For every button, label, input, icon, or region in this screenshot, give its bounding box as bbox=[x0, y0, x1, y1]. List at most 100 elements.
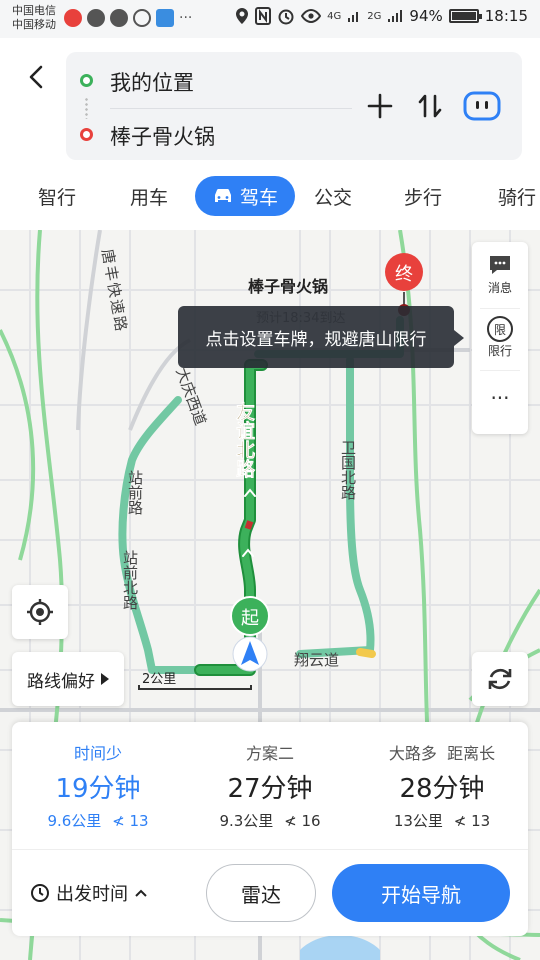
restriction-button[interactable]: 限 限行 bbox=[472, 316, 528, 359]
traffic-light-icon: ≮ bbox=[112, 812, 125, 830]
signal-2-icon bbox=[388, 10, 403, 22]
route-preference-button[interactable]: 路线偏好 bbox=[12, 652, 124, 706]
end-marker-label: 终 bbox=[395, 264, 413, 285]
destination-dot-icon bbox=[80, 128, 93, 141]
tab-drive-label: 驾车 bbox=[239, 186, 278, 209]
crosshair-icon bbox=[27, 599, 53, 625]
messages-label: 消息 bbox=[487, 281, 512, 295]
plan-duration: 19分钟 bbox=[55, 774, 141, 804]
plus-icon bbox=[367, 93, 393, 119]
assistant-icon bbox=[463, 91, 501, 121]
restriction-icon-glyph: 限 bbox=[493, 322, 506, 337]
radar-button[interactable]: 雷达 bbox=[206, 864, 316, 922]
notification-icons: ··· bbox=[64, 9, 192, 27]
map-tools-panel: 消息 限 限行 ··· bbox=[472, 242, 528, 434]
refresh-button[interactable] bbox=[472, 652, 528, 706]
tab-transit[interactable]: 公交 bbox=[302, 176, 364, 216]
quanmin-app-icon bbox=[156, 9, 174, 27]
road-label-youyi: 友谊北路 bbox=[233, 401, 255, 479]
road-label-xiangyun: 翔云道 bbox=[294, 651, 339, 669]
chevron-left-icon bbox=[29, 65, 43, 89]
route-divider bbox=[110, 108, 352, 109]
plan-distance: 9.6公里 bbox=[47, 812, 102, 830]
alarm-icon bbox=[278, 9, 294, 25]
add-waypoint-button[interactable] bbox=[362, 88, 398, 124]
battery-fill bbox=[451, 12, 477, 20]
route-preference-label: 路线偏好 bbox=[27, 671, 95, 692]
plan-lights: 13 bbox=[129, 812, 149, 830]
triangle-right-icon bbox=[101, 673, 109, 685]
plan-meta: 13公里 ≮ 13 bbox=[356, 810, 528, 831]
battery-icon bbox=[448, 9, 482, 23]
swap-icon bbox=[418, 94, 442, 118]
tab-cycle[interactable]: 骑行 bbox=[486, 176, 540, 216]
plan-option-3[interactable]: 大路多 距离长 28分钟 13公里 ≮ 13 bbox=[356, 722, 528, 848]
back-button[interactable] bbox=[22, 62, 52, 92]
route-connector bbox=[85, 97, 88, 119]
battery-percent: 94% bbox=[409, 7, 443, 25]
plan-meta: 9.6公里 ≮ 13 bbox=[12, 810, 184, 831]
locate-button[interactable] bbox=[12, 585, 68, 639]
route-input-box: 我的位置 棒子骨火锅 bbox=[66, 52, 522, 160]
tab-drive[interactable]: 驾车 bbox=[195, 176, 295, 216]
plan-option-1[interactable]: 时间少 19分钟 9.6公里 ≮ 13 bbox=[12, 722, 184, 848]
route-plans-card: 时间少 19分钟 9.6公里 ≮ 13 方案二 27分钟 9.3公里 ≮ 16 … bbox=[12, 722, 528, 936]
signal-1-icon bbox=[348, 12, 359, 22]
plan-tag: 大路多 距离长 bbox=[388, 744, 496, 763]
plan-meta: 9.3公里 ≮ 16 bbox=[184, 810, 356, 831]
panel-divider-2 bbox=[480, 370, 520, 371]
destination-field[interactable]: 棒子骨火锅 bbox=[110, 121, 215, 151]
plan-tag: 方案二 bbox=[245, 744, 294, 763]
microphone-app-icon bbox=[64, 9, 82, 27]
panel-divider-1 bbox=[480, 308, 520, 309]
carrier-info: 中国电信 中国移动 bbox=[12, 4, 56, 32]
road-label-zhanqianbei: 站前北路 bbox=[121, 550, 139, 610]
network-2g-label: 2G bbox=[367, 10, 382, 22]
status-bar: 中国电信 中国移动 ··· 4G 2G 94% 18:15 bbox=[0, 0, 540, 38]
messages-button[interactable]: 消息 bbox=[472, 254, 528, 296]
status-right: 4G 2G 94% 18:15 bbox=[235, 7, 528, 25]
plan-duration: 27分钟 bbox=[227, 774, 313, 804]
plan-lights: 13 bbox=[471, 812, 491, 830]
origin-dot-icon bbox=[80, 74, 93, 87]
traffic-light-icon: ≮ bbox=[284, 812, 297, 830]
restriction-icon: 限 bbox=[487, 316, 513, 342]
more-button[interactable]: ··· bbox=[472, 388, 528, 408]
map-scale: 2公里 bbox=[138, 668, 252, 690]
card-divider bbox=[12, 849, 528, 850]
destination-map-label: 棒子骨火锅 bbox=[248, 277, 328, 296]
tab-car-hailing[interactable]: 用车 bbox=[118, 176, 180, 216]
road-label-weiguo: 卫国北路 bbox=[339, 440, 357, 500]
clock: 18:15 bbox=[484, 7, 528, 25]
refresh-icon bbox=[488, 668, 512, 690]
travel-mode-tabs: 智行 用车 驾车 公交 步行 骑行 bbox=[0, 176, 540, 220]
carrier-1: 中国电信 bbox=[12, 4, 56, 17]
slow-traffic-segment bbox=[356, 648, 376, 658]
plate-restriction-tooltip[interactable]: 点击设置车牌，规避唐山限行 bbox=[178, 306, 464, 368]
traffic-light-icon: ≮ bbox=[453, 812, 467, 830]
gps-icon bbox=[236, 8, 249, 24]
tab-smart[interactable]: 智行 bbox=[26, 176, 88, 216]
plan-duration: 28分钟 bbox=[399, 774, 485, 804]
more-notifications-icon: ··· bbox=[179, 10, 193, 26]
voice-assistant-button[interactable] bbox=[462, 88, 502, 124]
plan-option-2[interactable]: 方案二 27分钟 9.3公里 ≮ 16 bbox=[184, 722, 356, 848]
depart-time-button[interactable]: 出发时间 bbox=[30, 880, 148, 906]
swap-route-button[interactable] bbox=[412, 88, 448, 124]
restriction-label: 限行 bbox=[487, 344, 512, 358]
location-app-icon bbox=[87, 9, 105, 27]
depart-time-label: 出发时间 bbox=[56, 884, 128, 905]
plan-lights: 16 bbox=[301, 812, 321, 830]
circle-icon bbox=[133, 9, 151, 27]
tab-walk[interactable]: 步行 bbox=[392, 176, 454, 216]
chevron-up-icon bbox=[135, 889, 147, 897]
car-icon bbox=[214, 189, 231, 202]
plan-tag: 时间少 bbox=[73, 744, 122, 763]
origin-field[interactable]: 我的位置 bbox=[110, 67, 194, 97]
plan-distance: 13公里 bbox=[393, 812, 443, 830]
start-marker-label: 起 bbox=[241, 608, 259, 629]
message-icon bbox=[490, 256, 510, 274]
clock-icon bbox=[31, 884, 49, 902]
start-navigation-button[interactable]: 开始导航 bbox=[332, 864, 510, 922]
start-marker[interactable]: 起 bbox=[230, 596, 270, 636]
